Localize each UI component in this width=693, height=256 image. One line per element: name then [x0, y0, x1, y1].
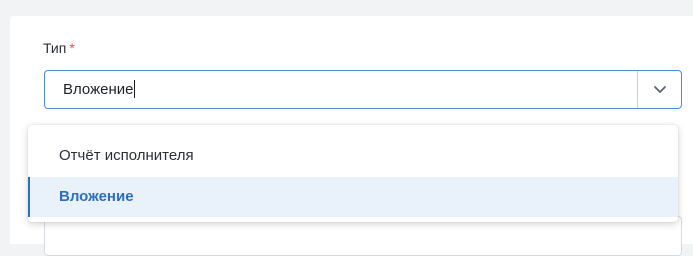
type-label-text: Тип	[43, 40, 67, 56]
dropdown-toggle-button[interactable]	[637, 71, 681, 108]
type-select[interactable]: Вложение	[44, 70, 682, 109]
type-dropdown-menu: Отчёт исполнителя Вложение	[28, 125, 678, 222]
type-field-label: Тип *	[43, 40, 75, 56]
type-select-value: Вложение	[63, 81, 134, 98]
required-mark: *	[69, 40, 75, 56]
type-select-input[interactable]: Вложение	[63, 71, 136, 108]
dropdown-option-executor-report[interactable]: Отчёт исполнителя	[28, 136, 678, 176]
next-form-field[interactable]	[44, 216, 682, 256]
text-cursor	[134, 80, 136, 99]
chevron-down-icon	[653, 85, 666, 93]
dropdown-option-attachment[interactable]: Вложение	[28, 177, 678, 217]
